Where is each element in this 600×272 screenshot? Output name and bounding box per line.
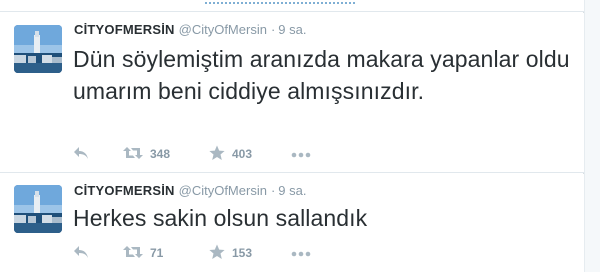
previous-tweet-edge	[0, 0, 584, 12]
reply-icon	[73, 146, 89, 163]
avatar[interactable]	[14, 25, 62, 73]
more-button[interactable]	[291, 244, 311, 262]
tweet[interactable]: CİTYOFMERSİN @CityOfMersin · 9 sa. Herkes s…	[0, 174, 584, 272]
avatar[interactable]	[14, 185, 62, 233]
tweet-text: Dün söylemiştim aranızda makara yapanlar…	[73, 46, 570, 104]
retweet-button[interactable]: 71	[123, 244, 163, 262]
author-username[interactable]: @CityOfMersin	[179, 183, 267, 198]
tweet[interactable]: CİTYOFMERSİN @CityOfMersin · 9 sa. Dün söyl…	[0, 13, 584, 173]
more-button[interactable]	[291, 145, 311, 163]
favorite-count: 403	[232, 147, 253, 161]
reply-button[interactable]	[73, 145, 89, 163]
author-username[interactable]: @CityOfMersin	[179, 22, 267, 37]
retweet-icon	[123, 245, 143, 262]
tweet-timestamp[interactable]: 9 sa.	[278, 183, 306, 198]
favorite-button[interactable]: 153	[209, 244, 252, 262]
author-fullname[interactable]: CİTYOFMERSİN	[74, 183, 175, 198]
star-icon	[209, 244, 225, 263]
favorite-button[interactable]: 403	[209, 145, 252, 163]
more-dots-icon	[291, 147, 311, 161]
more-dots-icon	[291, 246, 311, 260]
retweet-button[interactable]: 348	[123, 145, 170, 163]
star-icon	[209, 145, 225, 164]
timeline: CİTYOFMERSİN @CityOfMersin · 9 sa. Dün söyl…	[0, 0, 584, 272]
reply-icon	[73, 245, 89, 262]
retweet-icon	[123, 146, 143, 163]
header-separator: ·	[270, 22, 276, 37]
retweet-count: 71	[150, 246, 164, 260]
tweet-timestamp[interactable]: 9 sa.	[278, 22, 306, 37]
favorite-count: 153	[232, 246, 253, 260]
page-background-gutter	[585, 0, 600, 272]
previous-tweet-link-fragment	[205, 0, 355, 4]
reply-button[interactable]	[73, 244, 89, 262]
retweet-count: 348	[150, 147, 171, 161]
tweet-header: CİTYOFMERSİN @CityOfMersin · 9 sa.	[74, 183, 306, 199]
header-separator: ·	[270, 183, 276, 198]
tweet-text: Herkes sakin olsun sallandık	[73, 205, 368, 231]
author-fullname[interactable]: CİTYOFMERSİN	[74, 22, 175, 37]
tweet-header: CİTYOFMERSİN @CityOfMersin · 9 sa.	[74, 22, 306, 38]
